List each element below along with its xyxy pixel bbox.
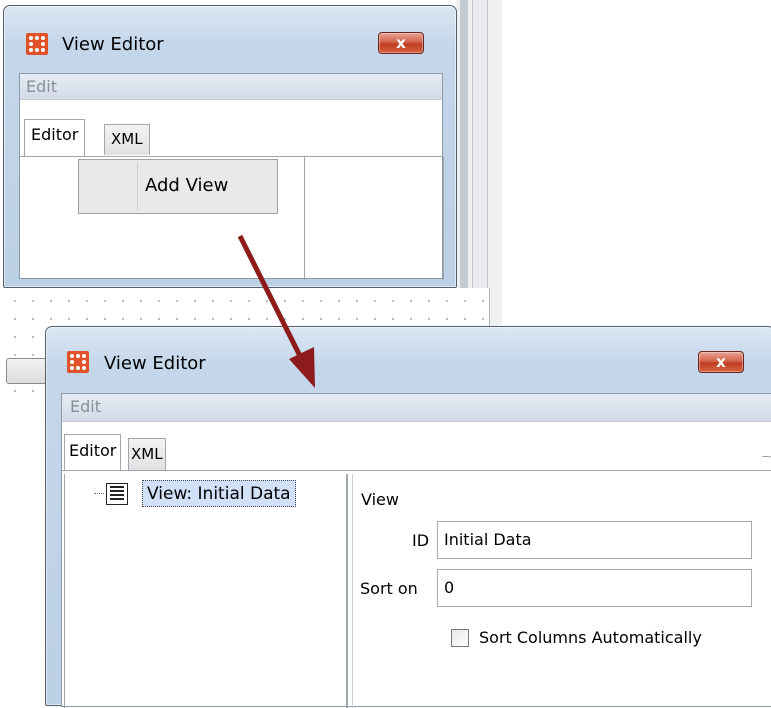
arrow-head-icon [289,347,315,388]
annotation-arrow [237,234,315,388]
